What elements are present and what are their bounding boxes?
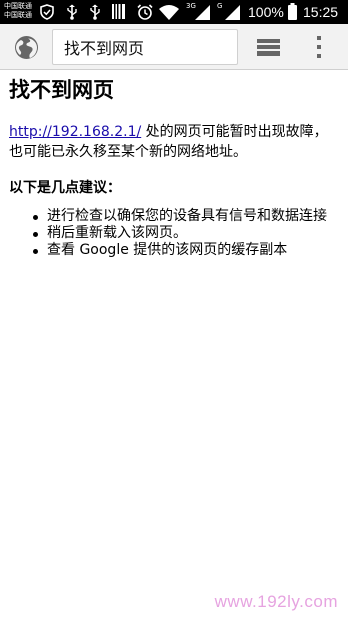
watermark: www.192ly.com xyxy=(214,592,338,611)
list-item: 进行检查以确保您的设备具有信号和数据连接 xyxy=(9,208,343,225)
globe-icon[interactable] xyxy=(14,35,39,60)
page-title: 找不到网页 xyxy=(9,78,114,102)
usb-icon xyxy=(66,4,78,20)
error-page: 找不到网页 http://192.168.2.1/ 处的网页可能暂时出现故障，也… xyxy=(9,72,343,259)
browser-toolbar: 找不到网页 xyxy=(0,24,348,70)
battery-percentage: 100% xyxy=(248,4,284,20)
carrier-top-label: 中国联通 xyxy=(4,2,32,10)
tabs-icon[interactable] xyxy=(257,39,280,56)
wifi-icon xyxy=(158,4,180,20)
barcode-icon xyxy=(112,4,125,19)
battery-icon xyxy=(288,3,297,20)
network-g-label: G xyxy=(217,2,223,10)
carrier-labels: 中国联通 中国联通 xyxy=(4,2,32,20)
error-message: http://192.168.2.1/ 处的网页可能暂时出现故障，也可能已永久移… xyxy=(9,122,335,162)
carrier-bottom-label: 中国联通 xyxy=(4,11,32,19)
overflow-menu-icon[interactable] xyxy=(314,36,324,58)
signal-icon xyxy=(225,4,240,20)
suggestions-list: 进行检查以确保您的设备具有信号和数据连接 稍后重新载入该网页。 查看 Googl… xyxy=(9,208,343,259)
suggestions-heading: 以下是几点建议： xyxy=(9,180,121,196)
failed-url-link[interactable]: http://192.168.2.1/ xyxy=(9,124,141,140)
alarm-icon xyxy=(137,4,153,20)
address-bar-text: 找不到网页 xyxy=(64,39,145,58)
status-bar: 中国联通 中国联通 3G G 100% 15:25 xyxy=(0,0,348,24)
list-item: 稍后重新载入该网页。 xyxy=(9,225,343,242)
address-bar[interactable]: 找不到网页 xyxy=(52,29,238,65)
clock-time: 15:25 xyxy=(303,4,339,20)
usb-icon xyxy=(89,4,101,20)
list-item: 查看 Google 提供的该网页的缓存副本 xyxy=(9,242,343,259)
shield-icon xyxy=(40,4,54,20)
signal-icon xyxy=(195,4,210,20)
